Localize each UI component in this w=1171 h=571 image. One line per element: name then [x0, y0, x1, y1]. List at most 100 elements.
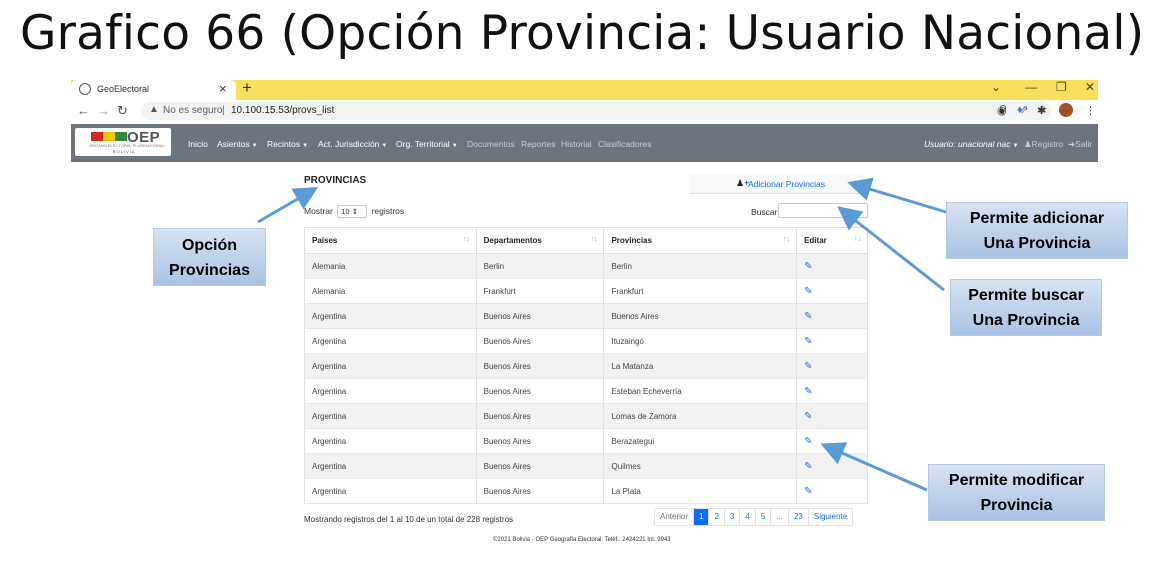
minimize-icon[interactable]: —	[1025, 80, 1037, 94]
profile-avatar[interactable]	[1059, 103, 1073, 117]
nav-clasificadores[interactable]: Clasificadores	[598, 139, 651, 149]
column-header-paises[interactable]: Países ↑↓	[304, 227, 477, 254]
nav-org-territorial[interactable]: Org. Territorial ▼	[396, 139, 458, 149]
cell-departamento: Buenos Aires	[475, 378, 605, 404]
caret-down-icon: ▼	[1012, 143, 1019, 149]
reload-icon[interactable]: ↻	[117, 103, 128, 119]
tab-title: GeoElectoral	[97, 84, 150, 94]
column-header-editar[interactable]: Editar ↑↓	[796, 227, 868, 254]
cell-departamento: Buenos Aires	[475, 453, 605, 479]
nav-recintos[interactable]: Recintos ▼	[267, 139, 308, 149]
cell-departamento: Buenos Aires	[475, 328, 605, 354]
column-header-departamentos[interactable]: Departamentos ↑↓	[475, 227, 605, 254]
nav-documentos[interactable]: Documentos	[467, 139, 515, 149]
page-link[interactable]: 5	[754, 509, 771, 525]
page-link[interactable]: 1	[693, 509, 709, 525]
search-input[interactable]	[778, 203, 868, 218]
puzzle-icon[interactable]: ✱	[1037, 104, 1046, 117]
caret-down-icon: ▼	[251, 143, 258, 149]
page-link[interactable]: Anterior	[655, 509, 694, 525]
back-icon[interactable]: ←	[77, 103, 90, 118]
page-length-select[interactable]: 10 ⇕	[337, 205, 368, 218]
edit-icon[interactable]: ✎	[804, 361, 812, 372]
cell-departamento: Frankfurt	[475, 278, 605, 304]
cell-provincia: La Plata	[603, 478, 798, 504]
add-province-label: Adicionar Provincias	[748, 179, 826, 189]
cell-departamento: Buenos Aires	[475, 303, 605, 329]
records-label: registros	[371, 205, 405, 216]
chevron-down-icon[interactable]: ⌄	[991, 80, 1001, 94]
not-secure-label: No es seguro	[163, 105, 223, 116]
restore-icon[interactable]: ❐	[1056, 80, 1067, 94]
table-row: Argentina Buenos Aires La Plata ✎	[304, 478, 868, 504]
edit-icon[interactable]: ✎	[804, 486, 812, 497]
callout-modificar: Permite modificar Provincia	[928, 464, 1105, 521]
browser-tab[interactable]: GeoElectoral ×	[71, 80, 236, 100]
logo-country: BOLIVIA	[113, 149, 136, 154]
register-link[interactable]: ♟Registro	[1024, 139, 1063, 150]
new-tab-button[interactable]: +	[242, 78, 252, 98]
nav-historial[interactable]: Historial	[561, 139, 592, 149]
sort-icon: ↑↓	[590, 236, 598, 243]
cell-pais: Argentina	[304, 428, 477, 454]
cell-editar: ✎	[796, 278, 868, 304]
cell-pais: Alemania	[304, 278, 477, 304]
edit-icon[interactable]: ✎	[804, 461, 812, 472]
cell-departamento: Buenos Aires	[475, 403, 605, 429]
caret-down-icon: ▼	[302, 143, 309, 149]
page-link[interactable]: 4	[739, 509, 755, 525]
add-province-button[interactable]: ♟+ Adicionar Provincias	[690, 174, 866, 194]
cell-editar: ✎	[796, 303, 868, 329]
table-row: Argentina Buenos Aires Esteban Echeverría ✎	[304, 378, 868, 404]
page-link[interactable]: 3	[723, 509, 740, 525]
caret-down-icon: ▼	[381, 143, 388, 149]
callout-buscar: Permite buscar Una Provincia	[950, 279, 1102, 336]
cell-departamento: Buenos Aires	[475, 478, 605, 504]
edit-icon[interactable]: ✎	[804, 436, 812, 447]
close-tab-icon[interactable]: ×	[219, 81, 227, 96]
extension-2-icon[interactable]: ♦	[1017, 104, 1023, 116]
logo-red-block	[91, 132, 103, 141]
warning-icon: ▲	[149, 104, 159, 115]
close-window-icon[interactable]: ✕	[1085, 80, 1095, 94]
page-link: ...	[770, 509, 788, 525]
edit-icon[interactable]: ✎	[804, 261, 812, 272]
table-row: Alemania Berlin Berlin ✎	[304, 253, 868, 279]
oep-logo[interactable]: OEP ÓRGANO ELECTORAL PLURINACIONAL BOLIV…	[75, 128, 171, 156]
edit-icon[interactable]: ✎	[804, 311, 812, 322]
nav-asientos[interactable]: Asientos ▼	[217, 139, 258, 149]
column-header-provincias[interactable]: Provincias ↑↓	[603, 227, 798, 254]
nav-reportes[interactable]: Reportes	[521, 139, 556, 149]
cell-editar: ✎	[796, 428, 868, 454]
show-label: Mostrar	[304, 205, 333, 216]
cell-pais: Argentina	[304, 303, 477, 329]
url-separator: |	[222, 105, 225, 116]
cell-editar: ✎	[796, 253, 868, 279]
page-link[interactable]: 23	[787, 509, 808, 525]
copyright-footer: ©2021 Bolivia - OEP Geografía Electoral:…	[493, 537, 671, 543]
cell-editar: ✎	[796, 378, 868, 404]
caret-down-icon: ▼	[451, 143, 458, 149]
pagination: Anterior 1 2 3 4 5... 23 Siguiente	[654, 508, 854, 526]
edit-icon[interactable]: ✎	[804, 386, 812, 397]
cell-pais: Argentina	[304, 378, 477, 404]
nav-act-jurisdiccion[interactable]: Act. Jurisdicción ▼	[318, 139, 387, 149]
url-field[interactable]: ▲ No es seguro | 10.100.15.53/provs_list…	[141, 102, 1051, 120]
address-bar: ← → ↻ ▲ No es seguro | 10.100.15.53/prov…	[71, 100, 1098, 124]
nav-inicio[interactable]: Inicio	[188, 139, 208, 149]
page-link[interactable]: 2	[708, 509, 724, 525]
user-menu[interactable]: Usuario: unacional nac ▼	[924, 139, 1018, 149]
cell-editar: ✎	[796, 328, 868, 354]
forward-icon[interactable]: →	[97, 103, 110, 118]
edit-icon[interactable]: ✎	[804, 411, 812, 422]
extension-icon[interactable]: ◉	[997, 104, 1007, 117]
cell-pais: Argentina	[304, 453, 477, 479]
cell-pais: Argentina	[304, 353, 477, 379]
menu-dots-icon[interactable]: ⋮	[1085, 104, 1096, 117]
cell-pais: Alemania	[304, 253, 477, 279]
edit-icon[interactable]: ✎	[804, 336, 812, 347]
page-link[interactable]: Siguiente	[807, 509, 853, 525]
edit-icon[interactable]: ✎	[804, 286, 812, 297]
cell-departamento: Buenos Aires	[475, 353, 605, 379]
logout-link[interactable]: ➜Salir	[1068, 139, 1092, 150]
